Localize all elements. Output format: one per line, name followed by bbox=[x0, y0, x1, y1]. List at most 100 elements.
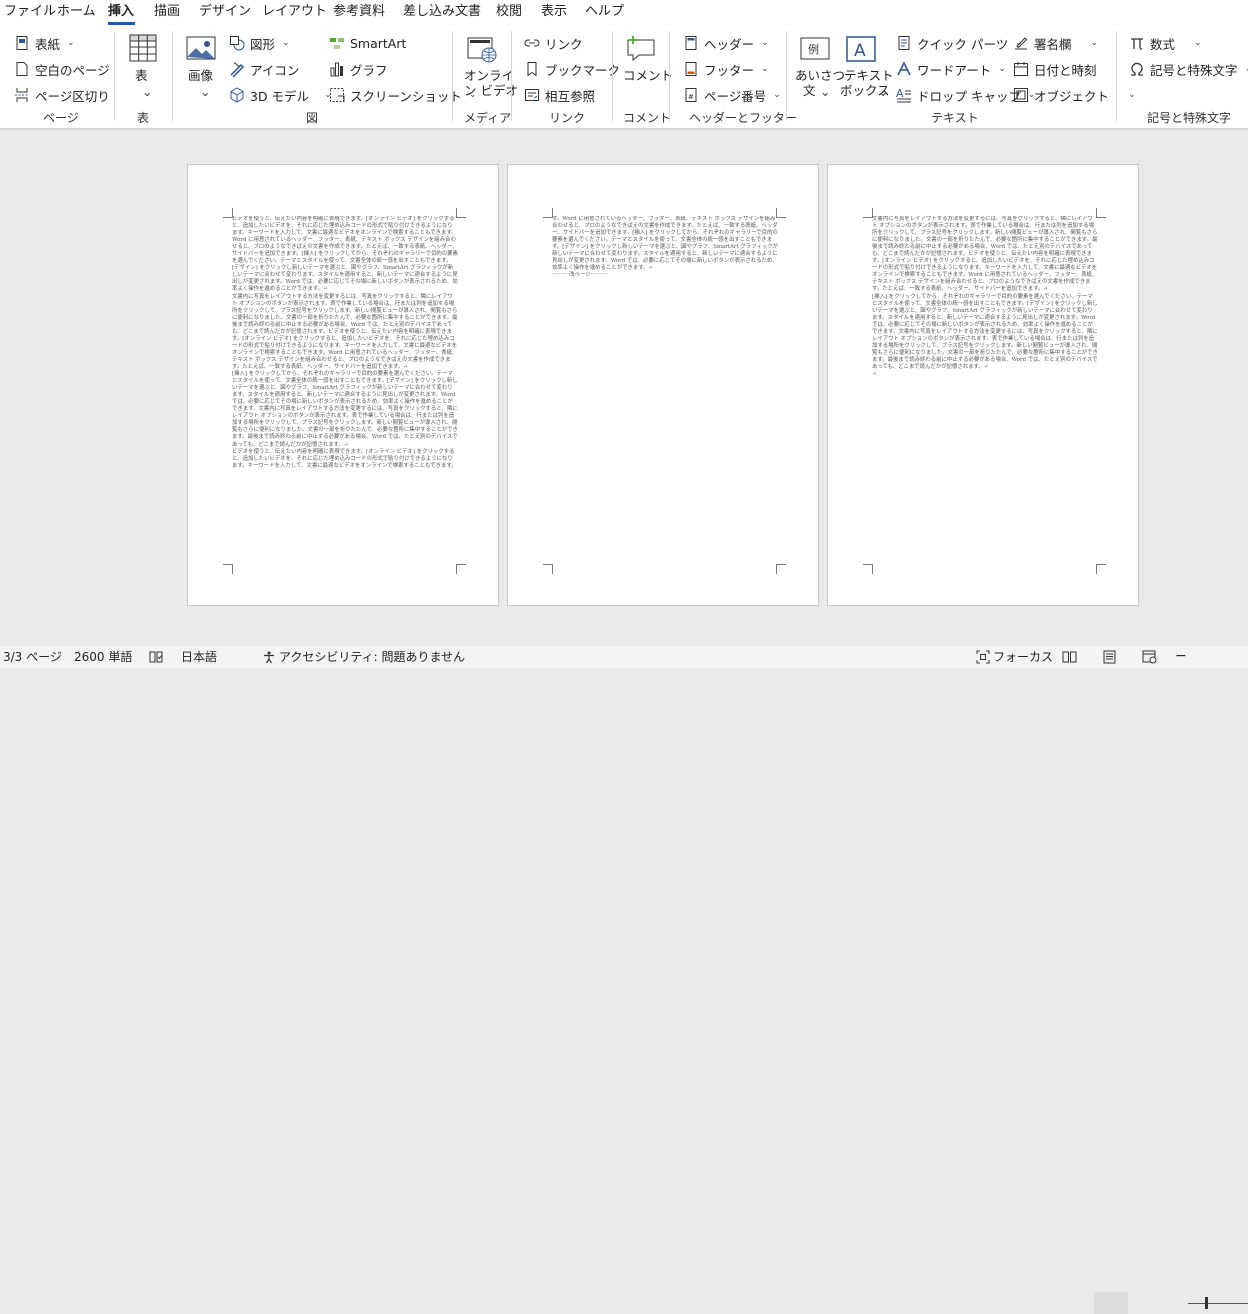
footer-label: フッター bbox=[704, 62, 755, 78]
document-page-2[interactable]: す。Word に用意されているヘッダー、フッター、表紙、テキスト ボックス デザ… bbox=[507, 164, 819, 606]
language[interactable]: 日本語 bbox=[181, 649, 217, 665]
table-button[interactable] bbox=[128, 33, 160, 65]
quick-parts-icon bbox=[898, 36, 910, 50]
tab-insert[interactable]: 挿入 bbox=[108, 4, 134, 20]
media-group-label: メディア bbox=[464, 111, 512, 125]
page-number-label: ページ番号 bbox=[704, 88, 767, 104]
object-button[interactable]: オブジェクト ⌄ bbox=[1013, 85, 1136, 105]
greeting-chevron-icon: ⌄ bbox=[820, 84, 831, 99]
wordart-button[interactable]: ワードアート ⌄ bbox=[896, 59, 1006, 79]
tab-review[interactable]: 校閲 bbox=[496, 4, 522, 20]
bookmark-icon bbox=[527, 62, 537, 77]
page-body: す。Word に用意されているヘッダー、フッター、表紙、テキスト ボックス デザ… bbox=[552, 216, 778, 296]
cover-page-icon bbox=[16, 36, 28, 50]
comment-button[interactable] bbox=[625, 33, 657, 65]
accessibility-icon[interactable] bbox=[262, 650, 276, 668]
tab-references[interactable]: 参考資料 bbox=[333, 4, 385, 20]
quick-parts-label: クイック パーツ bbox=[917, 36, 1009, 52]
date-time-button[interactable]: 日付と時刻 bbox=[1013, 59, 1097, 79]
blank-page-button[interactable]: 空白のページ bbox=[14, 59, 110, 79]
chevron-down-icon: ⌄ bbox=[773, 90, 781, 100]
signature-icon bbox=[1015, 37, 1028, 50]
image-chevron-icon: ⌄ bbox=[200, 84, 211, 99]
focus-icon[interactable] bbox=[976, 650, 990, 668]
header-button[interactable]: ヘッダー ⌄ bbox=[683, 33, 769, 53]
word-count[interactable]: 2600 単語 bbox=[74, 649, 132, 665]
screenshot-button[interactable]: スクリーンショット ⌄ bbox=[329, 85, 476, 105]
equation-button[interactable]: 数式 ⌄ bbox=[1129, 33, 1202, 53]
blank-page-icon bbox=[16, 62, 28, 76]
pages-group-label: ページ bbox=[43, 111, 79, 125]
tab-help[interactable]: ヘルプ bbox=[585, 4, 624, 20]
page-count[interactable]: 3/3 ページ bbox=[3, 649, 62, 665]
chevron-down-icon: ⌄ bbox=[1245, 64, 1248, 74]
print-layout-icon[interactable] bbox=[1103, 650, 1116, 668]
bookmark-label: ブックマーク bbox=[545, 62, 621, 78]
link-icon bbox=[524, 39, 540, 47]
3d-models-button[interactable]: 3D モデル ⌄ bbox=[229, 85, 332, 105]
screenshot-label: スクリーンショット bbox=[350, 88, 462, 104]
bookmark-button[interactable]: ブックマーク bbox=[524, 59, 620, 79]
chevron-down-icon: ⌄ bbox=[1194, 38, 1202, 48]
tab-file[interactable]: ファイル bbox=[4, 4, 56, 20]
chart-button[interactable]: グラフ bbox=[329, 59, 388, 79]
drop-cap-icon: A bbox=[896, 87, 911, 103]
tab-layout[interactable]: レイアウト bbox=[262, 4, 327, 20]
web-layout-icon[interactable] bbox=[1142, 650, 1157, 668]
group-separator bbox=[1116, 31, 1117, 121]
group-separator bbox=[786, 31, 787, 121]
tab-view[interactable]: 表示 bbox=[541, 4, 567, 20]
textbox-button[interactable]: A bbox=[846, 35, 878, 65]
page-body: 文書内に写真をレイアウトする方法を変更するには、写真をクリックすると、隣にレイア… bbox=[872, 216, 1098, 436]
page-break-label: ページ区切り bbox=[35, 88, 110, 104]
zoom-slider-track[interactable] bbox=[1188, 1303, 1248, 1304]
footer-button[interactable]: フッター ⌄ bbox=[683, 59, 769, 79]
cross-reference-button[interactable]: 相互参照 bbox=[524, 85, 595, 105]
symbols-group-label: 記号と特殊文字 bbox=[1147, 111, 1232, 125]
greeting-label-2: 文 bbox=[803, 83, 816, 98]
tab-mailings[interactable]: 差し込み文書 bbox=[403, 4, 481, 20]
document-page-1[interactable]: ビデオを使うと、伝えたい内容を明確に表現できます。[オンライン ビデオ] をクリ… bbox=[187, 164, 499, 606]
table-chevron-icon: ⌄ bbox=[142, 84, 153, 99]
read-mode-icon[interactable] bbox=[1062, 650, 1077, 668]
quick-parts-button[interactable]: クイック パーツ ⌄ bbox=[896, 33, 1023, 53]
document-page-3[interactable]: 文書内に写真をレイアウトする方法を変更するには、写真をクリックすると、隣にレイア… bbox=[827, 164, 1139, 606]
image-button[interactable] bbox=[186, 35, 218, 65]
svg-text:例: 例 bbox=[808, 42, 819, 56]
cover-page-label: 表紙 bbox=[35, 36, 61, 52]
accessibility-status[interactable]: アクセシビリティ: 問題ありません bbox=[279, 649, 465, 665]
chevron-down-icon: ⌄ bbox=[1090, 38, 1099, 48]
smartart-button[interactable]: SmartArt bbox=[329, 33, 406, 53]
chevron-down-icon: ⌄ bbox=[67, 38, 75, 48]
image-icon bbox=[186, 36, 216, 60]
proofing-icon[interactable] bbox=[149, 650, 163, 668]
greeting-button[interactable]: 例 bbox=[800, 35, 832, 65]
smartart-icon bbox=[330, 38, 344, 49]
tab-home[interactable]: ホーム bbox=[57, 4, 96, 20]
focus-mode[interactable]: フォーカス bbox=[993, 649, 1053, 665]
online-video-button[interactable] bbox=[466, 35, 498, 67]
image-label: 画像 bbox=[188, 68, 214, 83]
chevron-down-icon: ⌄ bbox=[761, 38, 769, 48]
cross-reference-label: 相互参照 bbox=[545, 88, 596, 104]
zoom-slider-thumb[interactable] bbox=[1205, 1297, 1208, 1309]
page-number-button[interactable]: # ページ番号 ⌄ bbox=[683, 85, 781, 105]
page-break-button[interactable]: ページ区切り bbox=[14, 85, 110, 105]
zoom-out-icon[interactable]: − bbox=[1175, 648, 1187, 664]
signature-line-button[interactable]: 署名欄 ⌄ bbox=[1013, 33, 1098, 53]
link-label: リンク bbox=[545, 36, 583, 52]
symbol-button[interactable]: 記号と特殊文字 ⌄ bbox=[1129, 59, 1248, 79]
footer-icon bbox=[685, 62, 697, 76]
group-separator bbox=[511, 31, 512, 121]
cover-page-button[interactable]: 表紙 ⌄ bbox=[14, 33, 75, 53]
date-time-label: 日付と時刻 bbox=[1034, 62, 1097, 78]
link-button[interactable]: リンク bbox=[524, 33, 583, 53]
tab-design[interactable]: デザイン bbox=[199, 4, 251, 20]
chevron-down-icon: ⌄ bbox=[998, 64, 1006, 74]
chart-label: グラフ bbox=[350, 62, 388, 78]
menu-bar: ファイル ホーム 挿入 描画 デザイン レイアウト 参考資料 差し込み文書 校閲… bbox=[0, 0, 1248, 25]
icons-button[interactable]: アイコン bbox=[229, 59, 299, 79]
shapes-button[interactable]: 図形 ⌄ bbox=[229, 33, 290, 53]
table-icon bbox=[129, 34, 157, 62]
tab-draw[interactable]: 描画 bbox=[154, 4, 180, 20]
